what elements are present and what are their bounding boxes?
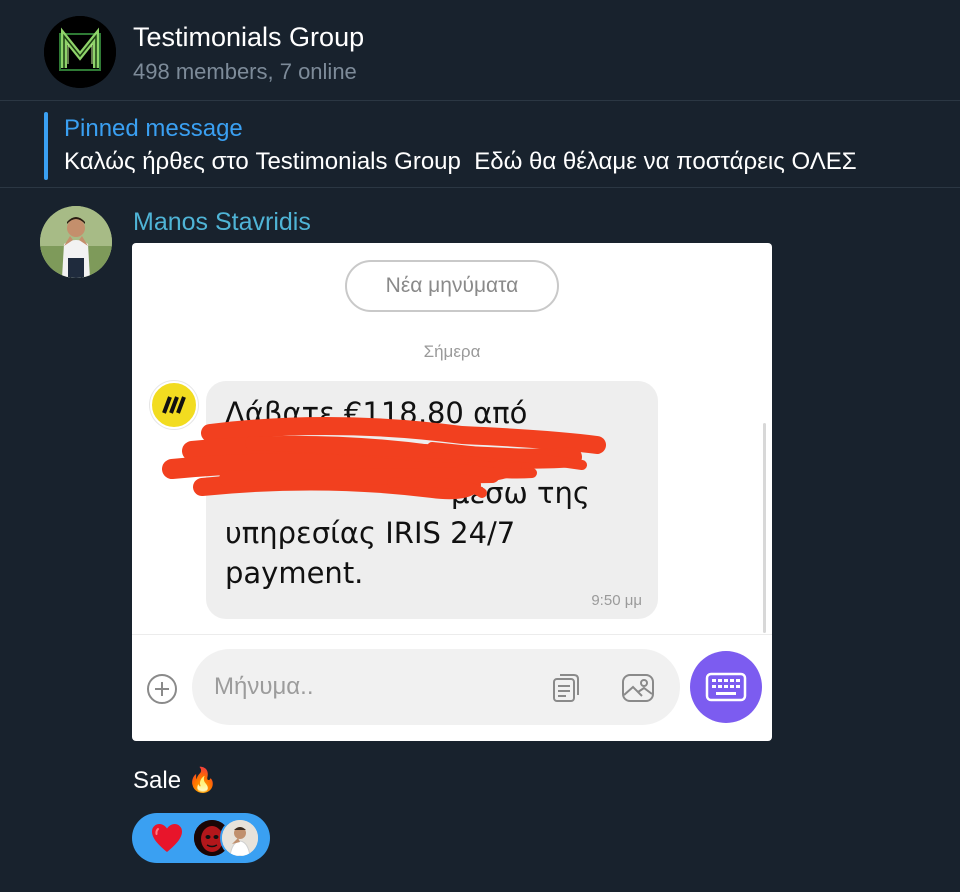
sender-name[interactable]: Manos Stavridis: [133, 208, 311, 237]
sender-avatar[interactable]: [40, 206, 112, 278]
keyboard-button: [690, 651, 762, 723]
group-title: Testimonials Group: [133, 22, 365, 52]
keyboard-icon: [705, 672, 747, 702]
group-logo-icon: [44, 16, 116, 88]
message-caption: Sale 🔥: [133, 767, 218, 794]
message-input-field: [192, 649, 680, 725]
sender-photo: [40, 206, 112, 278]
message-input: [214, 649, 534, 725]
sms-bubble: Λάβατε €118,80 από μεσω της υπηρεσίας IR…: [206, 381, 658, 619]
group-avatar[interactable]: [44, 16, 116, 88]
reaction-chip[interactable]: [132, 813, 270, 863]
pinned-text: Καλώς ήρθες στο Testimonials Group Εδώ θ…: [64, 148, 857, 175]
sms-line-2: μεσω της: [451, 476, 590, 510]
pinned-indicator: [44, 112, 48, 180]
sms-text: Λάβατε €118,80 από μεσω της υπηρεσίας IR…: [225, 393, 645, 593]
composer-divider: [132, 634, 772, 635]
chat-header[interactable]: Testimonials Group 498 members, 7 online: [0, 0, 960, 101]
reaction-avatar: [220, 818, 260, 858]
heart-icon: [150, 822, 184, 854]
bank-logo-icon: [150, 381, 198, 429]
sms-line-redacted: [225, 433, 645, 473]
pinned-title: Pinned message: [64, 115, 243, 142]
sticker-icon: [548, 671, 582, 705]
new-messages-button: Νέα μηνύματα: [345, 260, 559, 312]
sms-timestamp: 9:50 μμ: [591, 592, 642, 609]
sms-line-4: payment.: [225, 556, 364, 590]
pinned-message-bar[interactable]: Pinned message Καλώς ήρθες στο Testimoni…: [0, 102, 960, 188]
date-separator: Σήμερα: [423, 342, 481, 361]
group-member-count: 498 members, 7 online: [133, 59, 357, 84]
plus-icon: [146, 673, 178, 705]
gallery-icon: [620, 671, 656, 705]
scrollbar: [763, 423, 766, 633]
sms-line-1: Λάβατε €118,80 από: [225, 396, 528, 430]
sms-line-3: υπηρεσίας IRIS 24/7: [225, 516, 516, 550]
message-photo[interactable]: Νέα μηνύματα Σήμερα Λάβατε €118,80 από μ…: [132, 243, 772, 741]
